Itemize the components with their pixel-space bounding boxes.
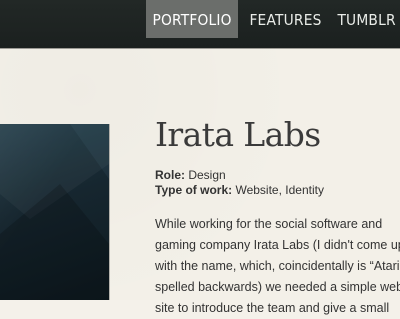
description-line: While working for the social software an…: [155, 217, 383, 231]
type-row: Type of work: Website, Identity: [155, 183, 400, 198]
role-value: Design: [188, 168, 226, 182]
nav-features[interactable]: FEATURES: [243, 0, 328, 38]
description-line: spelled backwards) we needed a simple we…: [155, 280, 400, 294]
project-description: While working for the social software an…: [155, 214, 400, 319]
nav-tumblr[interactable]: TUMBLR: [331, 0, 400, 38]
project-meta: Role: Design Type of work: Website, Iden…: [155, 168, 400, 198]
description-line: with the name, which, coincidentally is …: [155, 259, 400, 273]
role-label: Role:: [155, 168, 185, 182]
nav-portfolio[interactable]: PORTFOLIO: [146, 0, 239, 38]
type-label: Type of work:: [155, 183, 233, 197]
description-line: site to introduce the team and give a sm…: [155, 301, 390, 315]
thumbnail-texture: [0, 124, 109, 300]
main-nav: PORTFOLIO FEATURES TUMBLR PH: [146, 0, 400, 48]
top-navigation-bar: PORTFOLIO FEATURES TUMBLR PH: [0, 0, 400, 48]
description-line: gaming company Irata Labs (I didn't come…: [155, 238, 400, 252]
project-thumbnail[interactable]: [0, 124, 109, 300]
role-row: Role: Design: [155, 168, 400, 183]
project-details: Irata Labs Role: Design Type of work: We…: [155, 113, 400, 319]
type-value: Website, Identity: [235, 183, 324, 197]
project-title: Irata Labs: [155, 115, 321, 154]
